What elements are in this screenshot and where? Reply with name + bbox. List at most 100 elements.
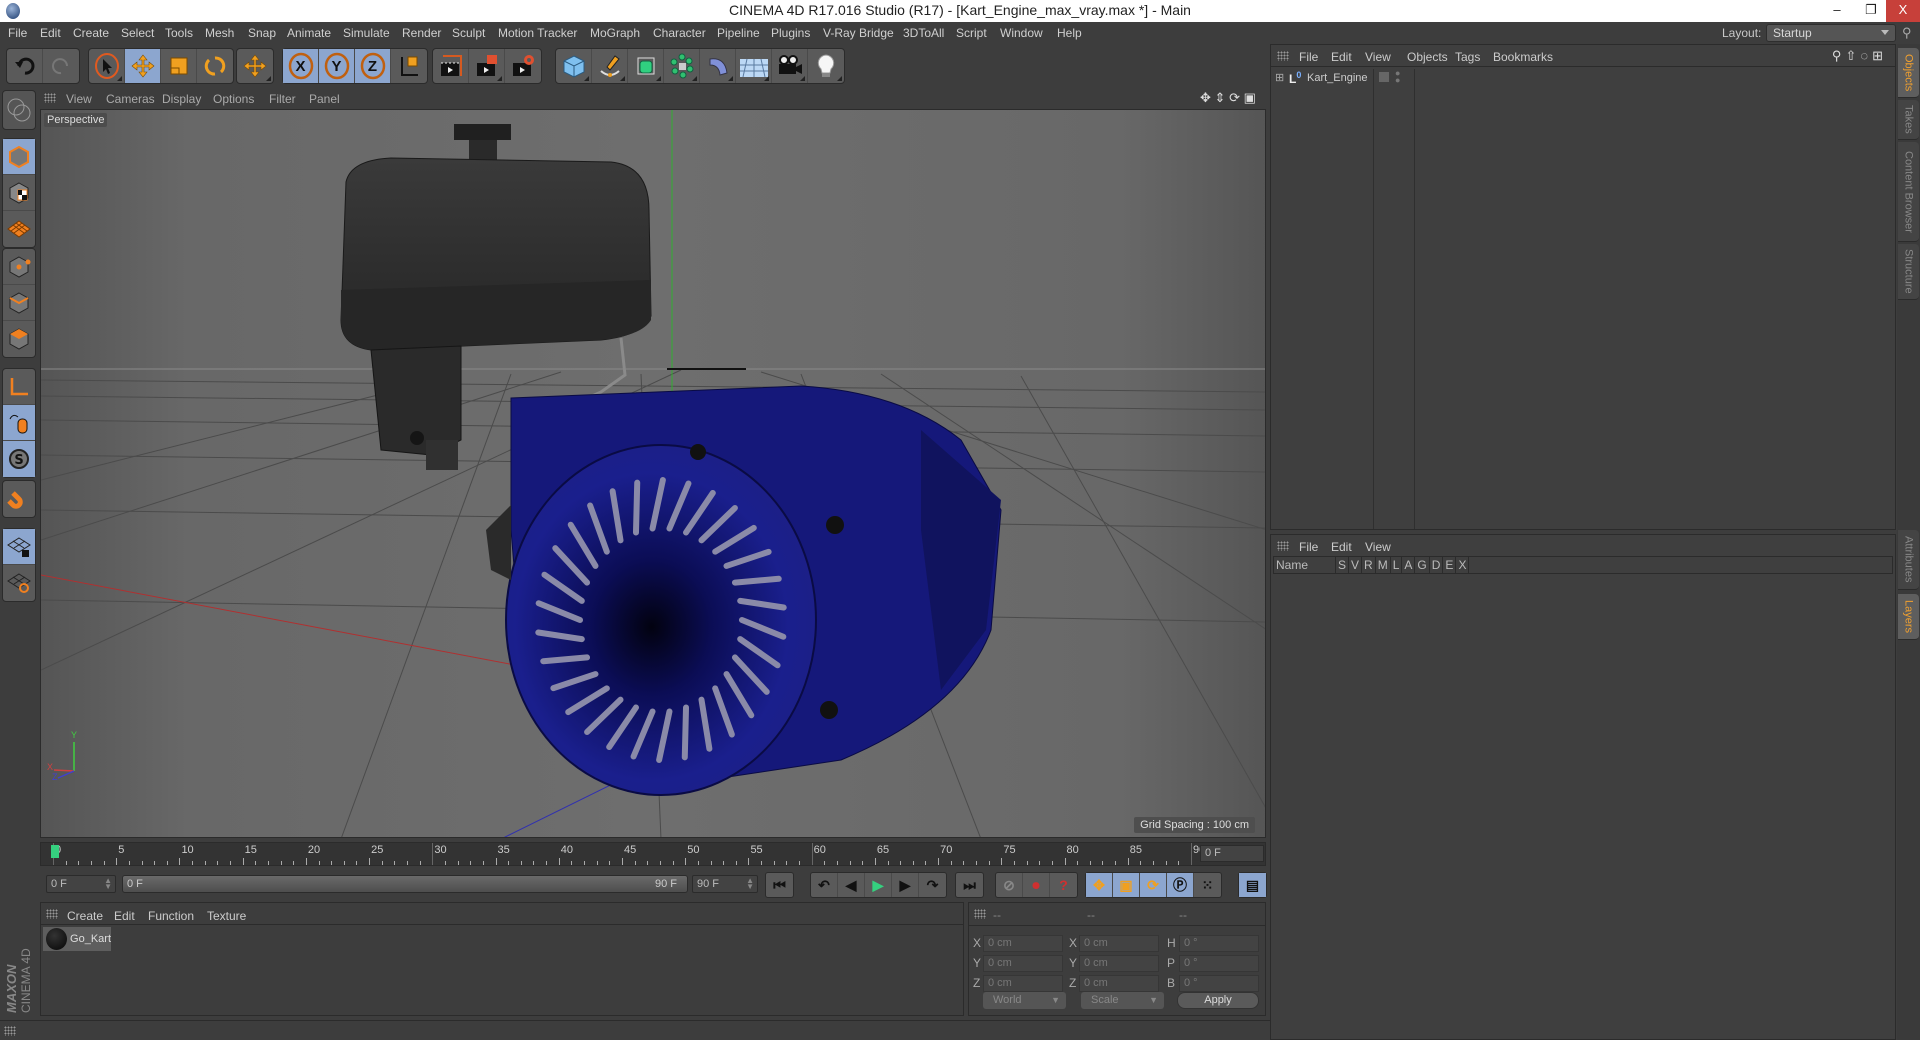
start-frame-field[interactable]: 0 F ▲ ▼	[46, 875, 116, 893]
undo-icon[interactable]	[7, 49, 43, 83]
size-x-field[interactable]: 0 cm	[1079, 935, 1159, 952]
model-mode-icon[interactable]	[3, 139, 35, 175]
texture-mode-icon[interactable]	[3, 175, 35, 211]
column-animation[interactable]: A	[1402, 557, 1416, 573]
column-manager[interactable]: M	[1376, 557, 1391, 573]
menu-sculpt[interactable]: Sculpt	[452, 26, 485, 40]
key-param-icon[interactable]: Ⓟ	[1167, 873, 1194, 897]
menu-render[interactable]: Render	[402, 26, 441, 40]
menu-mograph[interactable]: MoGraph	[590, 26, 640, 40]
z-axis-lock-button[interactable]: Z	[355, 49, 391, 83]
render-picture-viewer-icon[interactable]	[469, 49, 505, 83]
pos-x-field[interactable]: 0 cm	[983, 935, 1063, 952]
tab-objects[interactable]: Objects	[1898, 48, 1919, 98]
menu-help[interactable]: Help	[1057, 26, 1082, 40]
material-menu-edit[interactable]: Edit	[114, 909, 135, 923]
viewport-menu-display[interactable]: Display	[162, 92, 201, 106]
coordinate-mode-select[interactable]: World ▼	[983, 992, 1066, 1009]
apply-button[interactable]: Apply	[1177, 992, 1259, 1009]
zoom-icon[interactable]: ⇕	[1215, 90, 1226, 105]
tab-content-browser[interactable]: Content Browser	[1898, 142, 1919, 242]
viewport-menu-cameras[interactable]: Cameras	[106, 92, 155, 106]
new-window-icon[interactable]: ⊞	[1872, 48, 1887, 63]
move-icon[interactable]	[125, 49, 161, 83]
next-key-icon[interactable]: ↷	[919, 873, 946, 897]
pan-icon[interactable]: ✥	[1200, 90, 1211, 105]
3d-viewport[interactable]: Y X Z Perspective Grid Spacing : 100 cm	[40, 109, 1266, 838]
camera-label[interactable]: Perspective	[44, 113, 108, 127]
material-menu-texture[interactable]: Texture	[207, 909, 246, 923]
menu-character[interactable]: Character	[653, 26, 706, 40]
subdivision-icon[interactable]	[628, 49, 664, 83]
menu-pipeline[interactable]: Pipeline	[717, 26, 760, 40]
menu-window[interactable]: Window	[1000, 26, 1043, 40]
layer-menu-edit[interactable]: Edit	[1331, 540, 1352, 554]
size-mode-select[interactable]: Scale ▼	[1081, 992, 1164, 1009]
rot-p-field[interactable]: 0 °	[1179, 955, 1259, 972]
render-settings-icon[interactable]	[505, 49, 541, 83]
timeline-ruler[interactable]: 051015202530354045505560657075808590	[40, 842, 1266, 866]
light-icon[interactable]	[808, 49, 844, 83]
visibility-dots-icon[interactable]: ● ●	[1395, 69, 1400, 85]
layer-menu-view[interactable]: View	[1365, 540, 1391, 554]
next-frame-icon[interactable]: ▶	[892, 873, 919, 897]
select-arrow-icon[interactable]	[89, 49, 125, 83]
tweak-mode-icon[interactable]	[3, 405, 35, 441]
deformer-icon[interactable]	[700, 49, 736, 83]
column-generators[interactable]: G	[1415, 557, 1430, 573]
visibility-icon[interactable]: ◌	[1860, 48, 1872, 63]
menu-file[interactable]: File	[8, 26, 27, 40]
cloner-icon[interactable]	[664, 49, 700, 83]
menu-tools[interactable]: Tools	[165, 26, 193, 40]
key-position-icon[interactable]: ✥	[1086, 873, 1113, 897]
column-render[interactable]: R	[1362, 557, 1376, 573]
home-icon[interactable]: ⇧	[1845, 48, 1860, 63]
size-z-field[interactable]: 0 cm	[1079, 975, 1159, 992]
goto-start-icon[interactable]: ⏮	[766, 873, 793, 897]
rot-b-field[interactable]: 0 °	[1179, 975, 1259, 992]
menu-plugins[interactable]: Plugins	[771, 26, 810, 40]
pen-spline-icon[interactable]	[592, 49, 628, 83]
layer-menu-file[interactable]: File	[1299, 540, 1318, 554]
playhead[interactable]	[51, 845, 59, 858]
column-locked[interactable]: L	[1391, 557, 1403, 573]
goto-end-icon[interactable]: ⏭	[956, 873, 983, 897]
record-keys-icon[interactable]: ⏺	[1023, 873, 1050, 897]
size-y-field[interactable]: 0 cm	[1079, 955, 1159, 972]
column-deformers[interactable]: D	[1430, 557, 1444, 573]
panel-grip[interactable]	[46, 909, 58, 919]
column-name[interactable]: Name	[1274, 557, 1336, 573]
pos-y-field[interactable]: 0 cm	[983, 955, 1063, 972]
current-frame-field[interactable]: 0 F	[1200, 845, 1264, 862]
menu-select[interactable]: Select	[121, 26, 154, 40]
panel-grip[interactable]	[4, 1026, 16, 1036]
snap-icon[interactable]	[3, 481, 35, 517]
object-menu-file[interactable]: File	[1299, 50, 1318, 64]
timeline-window-icon[interactable]: ▤	[1239, 873, 1266, 897]
menu-script[interactable]: Script	[956, 26, 987, 40]
edges-mode-icon[interactable]	[3, 285, 35, 321]
viewport-menu-filter[interactable]: Filter	[269, 92, 296, 106]
column-solo[interactable]: S	[1336, 557, 1350, 573]
menu-3dtoall[interactable]: 3DToAll	[903, 26, 944, 40]
panel-grip[interactable]	[44, 93, 56, 103]
maximize-view-icon[interactable]: ▣	[1244, 90, 1256, 105]
column-expressions[interactable]: E	[1443, 557, 1457, 573]
restore-button[interactable]: ❐	[1854, 0, 1888, 22]
play-icon[interactable]: ▶	[865, 873, 892, 897]
autokey-icon[interactable]: ?	[1050, 873, 1077, 897]
camera-icon[interactable]	[772, 49, 808, 83]
object-menu-edit[interactable]: Edit	[1331, 50, 1352, 64]
make-editable-icon[interactable]	[3, 91, 35, 129]
key-scale-icon[interactable]: ▣	[1113, 873, 1140, 897]
menu-create[interactable]: Create	[73, 26, 109, 40]
key-pla-icon[interactable]: ⁙	[1194, 873, 1221, 897]
pos-z-field[interactable]: 0 cm	[983, 975, 1063, 992]
panel-grip[interactable]	[974, 909, 986, 919]
expand-icon[interactable]: ⊞	[1275, 71, 1284, 84]
x-axis-lock-button[interactable]: X	[283, 49, 319, 83]
panel-grip[interactable]	[1277, 51, 1289, 61]
points-mode-icon[interactable]	[3, 249, 35, 285]
search-icon[interactable]: ⚲	[1902, 25, 1912, 41]
viewport-menu-options[interactable]: Options	[213, 92, 254, 106]
